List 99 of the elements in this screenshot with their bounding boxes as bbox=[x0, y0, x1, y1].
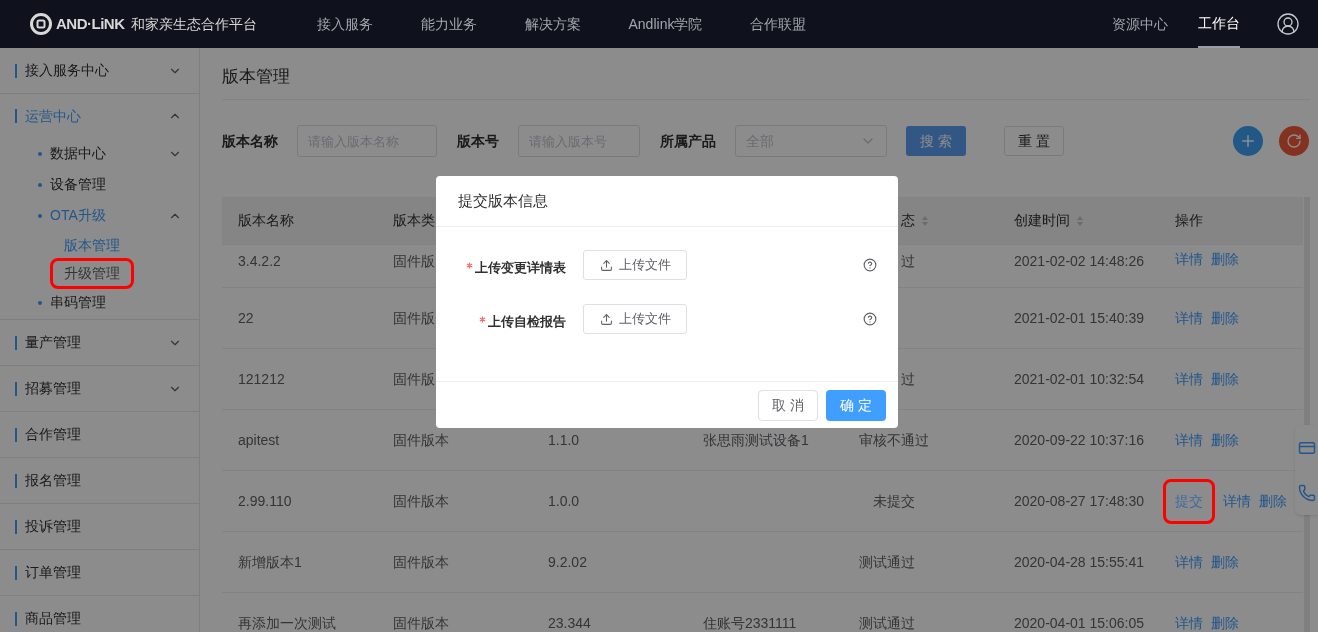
user-icon[interactable] bbox=[1276, 12, 1300, 36]
sort-icon[interactable] bbox=[921, 214, 929, 227]
cancel-button[interactable]: 取 消 bbox=[758, 389, 818, 421]
table-cell: 23.344 bbox=[548, 615, 591, 631]
nav-link[interactable]: 接入服务 bbox=[316, 13, 373, 35]
table-cell: 固件版本 bbox=[393, 615, 449, 631]
table-cell: 张思雨测试设备1 bbox=[703, 432, 809, 448]
sidebar-item[interactable]: 量产管理 bbox=[25, 332, 168, 353]
upload-button[interactable]: 上传文件 bbox=[583, 304, 687, 334]
nav-link[interactable]: 工作台 bbox=[1198, 0, 1240, 48]
accent-bar bbox=[15, 519, 17, 534]
table-cell: 9.2.02 bbox=[548, 554, 587, 570]
nav-link[interactable]: Andlink学院 bbox=[628, 13, 703, 35]
table-cell-text: 未提交 bbox=[873, 492, 915, 511]
required-asterisk-icon bbox=[466, 262, 473, 270]
logo-icon bbox=[30, 13, 52, 35]
sidebar-item[interactable]: 接入服务中心 bbox=[25, 60, 168, 81]
add-button[interactable] bbox=[1233, 126, 1263, 156]
field-label: 上传自检报告 bbox=[479, 312, 566, 332]
accent-bar bbox=[15, 109, 17, 123]
accent-bar bbox=[15, 473, 17, 488]
table-cell: 固件版 bbox=[393, 310, 435, 326]
table-cell-text: 测试通过 bbox=[859, 614, 915, 632]
sidebar-item[interactable]: 招募管理 bbox=[25, 378, 168, 399]
sidebar-item[interactable]: 设备管理 bbox=[50, 174, 182, 195]
upload-icon bbox=[599, 258, 613, 272]
filter-label: 所属产品 bbox=[660, 131, 716, 151]
phone-icon[interactable] bbox=[1297, 483, 1316, 502]
accent-bar bbox=[15, 565, 17, 580]
sidebar-item[interactable]: 数据中心 bbox=[50, 143, 168, 164]
table-cell: 2021-02-01 15:40:39 bbox=[1014, 310, 1144, 326]
table-cell: 固件版本 bbox=[393, 432, 449, 448]
accent-bar bbox=[15, 427, 17, 442]
sort-icon[interactable] bbox=[1076, 214, 1084, 227]
column-header: 版本类 bbox=[393, 211, 435, 230]
sidebar-item[interactable]: 商品管理 bbox=[25, 608, 182, 629]
nav-link[interactable]: 资源中心 bbox=[1112, 0, 1168, 48]
table-cell: 新增版本1 bbox=[238, 554, 302, 570]
column-header: 操作 bbox=[1175, 211, 1203, 230]
bullet-icon bbox=[38, 300, 42, 305]
table-cell: apitest bbox=[238, 432, 280, 448]
brand-name: 和家亲生态合作平台 bbox=[130, 14, 257, 34]
reset-button[interactable]: 重 置 bbox=[1004, 126, 1064, 156]
bullet-icon bbox=[38, 182, 42, 187]
bullet-icon bbox=[38, 151, 42, 156]
dialog-title: 提交版本信息 bbox=[458, 190, 548, 211]
filter-label: 版本号 bbox=[457, 131, 499, 151]
table-cell: 1.1.0 bbox=[548, 432, 580, 448]
table-cell: 固件版 bbox=[393, 371, 435, 387]
nav-link[interactable]: 合作联盟 bbox=[750, 13, 807, 35]
table-cell: 3.4.2.2 bbox=[238, 253, 281, 269]
table-cell: 2020-09-22 10:37:16 bbox=[1014, 432, 1144, 448]
table-cell: 2020-04-01 15:06:05 bbox=[1014, 615, 1144, 631]
accent-bar bbox=[15, 335, 17, 350]
column-header: 版本名称 bbox=[238, 211, 294, 230]
refresh-button[interactable] bbox=[1279, 126, 1309, 156]
accent-bar bbox=[15, 63, 17, 78]
table-cell: 1.0.0 bbox=[548, 493, 580, 509]
table-cell: 2020-08-27 17:48:30 bbox=[1014, 493, 1144, 509]
sidebar-item[interactable]: 订单管理 bbox=[25, 562, 182, 583]
sidebar-item[interactable]: 升级管理 bbox=[50, 257, 134, 289]
column-header: 态 bbox=[901, 211, 915, 230]
help-icon[interactable] bbox=[863, 258, 877, 272]
nav-link[interactable]: 解决方案 bbox=[524, 13, 581, 35]
field-label: 上传变更详情表 bbox=[466, 258, 566, 278]
nav-link[interactable]: 能力业务 bbox=[420, 13, 477, 35]
sidebar-item[interactable]: 合作管理 bbox=[25, 424, 182, 445]
table-cell: 固件版本 bbox=[393, 554, 449, 570]
table-cell: 住账号2331111 bbox=[703, 615, 797, 631]
logo-text: AND·LiNK bbox=[56, 13, 125, 34]
table-cell: 121212 bbox=[238, 371, 285, 387]
table-cell: 2.99.110 bbox=[238, 493, 292, 509]
column-header: 创建时间 bbox=[1014, 211, 1070, 230]
table-cell-text: 过 bbox=[901, 370, 915, 389]
table-cell: 2021-02-02 14:48:26 bbox=[1014, 253, 1144, 269]
refresh-icon bbox=[1286, 133, 1302, 149]
table-cell: 2020-04-28 15:55:41 bbox=[1014, 554, 1144, 570]
sidebar-item[interactable]: 报名管理 bbox=[25, 470, 182, 491]
sidebar-item[interactable]: 投诉管理 bbox=[25, 516, 182, 537]
table-cell-text: 过 bbox=[901, 252, 915, 271]
help-icon[interactable] bbox=[863, 312, 877, 326]
upload-icon bbox=[599, 312, 613, 326]
table-cell: 2021-02-01 10:32:54 bbox=[1014, 371, 1144, 387]
table-cell-text: 测试通过 bbox=[859, 553, 915, 572]
confirm-button[interactable]: 确 定 bbox=[826, 389, 886, 421]
plus-icon bbox=[1239, 132, 1257, 150]
upload-button[interactable]: 上传文件 bbox=[583, 250, 687, 280]
bullet-icon bbox=[38, 213, 42, 218]
accent-bar bbox=[15, 381, 17, 396]
table-cell: 固件版本 bbox=[393, 493, 449, 509]
required-asterisk-icon bbox=[479, 316, 486, 324]
sidebar-item[interactable]: 串码管理 bbox=[50, 292, 182, 313]
table-cell: 22 bbox=[238, 310, 254, 326]
filter-label: 版本名称 bbox=[222, 131, 278, 151]
page-title: 版本管理 bbox=[222, 65, 290, 88]
table-cell-text: 审核不通过 bbox=[859, 431, 929, 450]
table-cell: 再添加一次测试 bbox=[238, 615, 336, 631]
table-cell: 固件版 bbox=[393, 253, 435, 269]
accent-bar bbox=[15, 611, 17, 626]
